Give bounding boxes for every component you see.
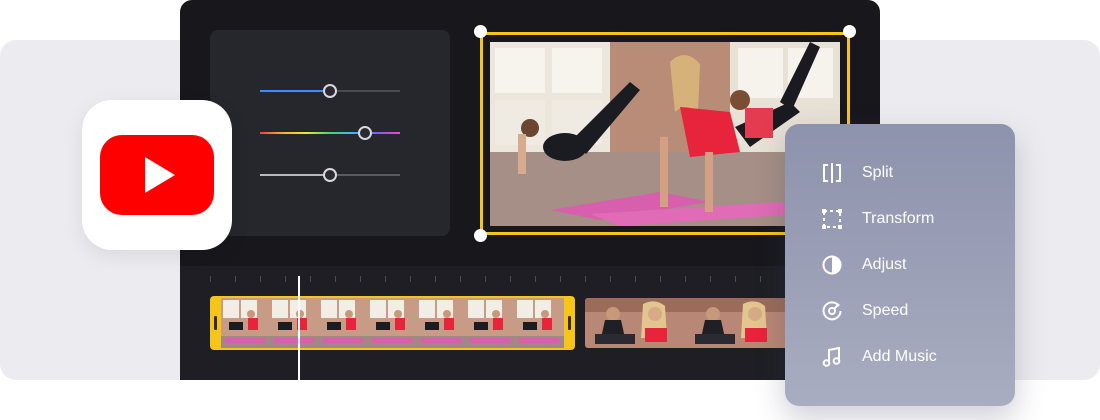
timeline-ruler	[210, 276, 811, 284]
ruler-tick	[485, 276, 486, 282]
menu-item-label: Transform	[862, 210, 935, 227]
adjust-icon	[821, 254, 843, 276]
split-icon	[821, 162, 843, 184]
resize-handle-top-right[interactable]	[843, 25, 856, 38]
youtube-app-card	[82, 100, 232, 250]
ruler-tick	[360, 276, 361, 282]
blue-slider[interactable]	[260, 84, 400, 98]
slider-knob[interactable]	[358, 126, 372, 140]
music-icon	[821, 346, 843, 368]
ruler-tick	[635, 276, 636, 282]
ruler-tick	[210, 276, 211, 282]
ruler-tick	[310, 276, 311, 282]
ruler-tick	[760, 276, 761, 282]
timeline	[180, 266, 880, 380]
menu-item-transform[interactable]: Transform	[821, 204, 934, 234]
ruler-tick	[285, 276, 286, 282]
ruler-tick	[435, 276, 436, 282]
clip-frames-image	[221, 298, 564, 348]
video-editor-window	[180, 0, 880, 380]
ruler-tick	[410, 276, 411, 282]
menu-item-label: Split	[862, 164, 894, 181]
ruler-tick	[235, 276, 236, 282]
edit-tools-menu: Split Transform Adjust Speed Add Music	[785, 124, 1015, 406]
clip-trim-handle-right[interactable]	[568, 316, 571, 330]
ruler-tick	[535, 276, 536, 282]
slider-knob[interactable]	[323, 84, 337, 98]
ruler-tick	[685, 276, 686, 282]
clip-thumbnails	[221, 298, 564, 348]
resize-handle-top-left[interactable]	[474, 25, 487, 38]
slider-knob[interactable]	[323, 168, 337, 182]
ruler-tick	[385, 276, 386, 282]
menu-item-label: Adjust	[862, 256, 907, 273]
menu-item-speed[interactable]: Speed	[821, 296, 908, 326]
ruler-tick	[710, 276, 711, 282]
menu-item-add-music[interactable]: Add Music	[821, 342, 937, 372]
clip-trim-handle-left[interactable]	[214, 316, 217, 330]
ruler-tick	[560, 276, 561, 282]
ruler-tick	[735, 276, 736, 282]
ruler-tick	[335, 276, 336, 282]
speed-icon	[821, 300, 843, 322]
play-icon	[145, 157, 175, 193]
ruler-tick	[260, 276, 261, 282]
ruler-tick	[585, 276, 586, 282]
resize-handle-bottom-left[interactable]	[474, 229, 487, 242]
adjust-panel	[210, 30, 450, 236]
menu-item-label: Speed	[862, 302, 909, 319]
playhead[interactable]	[298, 276, 300, 380]
ruler-tick	[660, 276, 661, 282]
selected-clip[interactable]	[210, 296, 575, 350]
ruler-tick	[460, 276, 461, 282]
menu-item-label: Add Music	[862, 348, 937, 365]
transform-icon	[821, 208, 843, 230]
gray-slider[interactable]	[260, 168, 400, 182]
hue-slider[interactable]	[260, 126, 400, 140]
menu-item-split[interactable]: Split	[821, 158, 893, 188]
ruler-tick	[510, 276, 511, 282]
menu-item-adjust[interactable]: Adjust	[821, 250, 906, 280]
youtube-logo	[100, 135, 214, 215]
ruler-tick	[610, 276, 611, 282]
